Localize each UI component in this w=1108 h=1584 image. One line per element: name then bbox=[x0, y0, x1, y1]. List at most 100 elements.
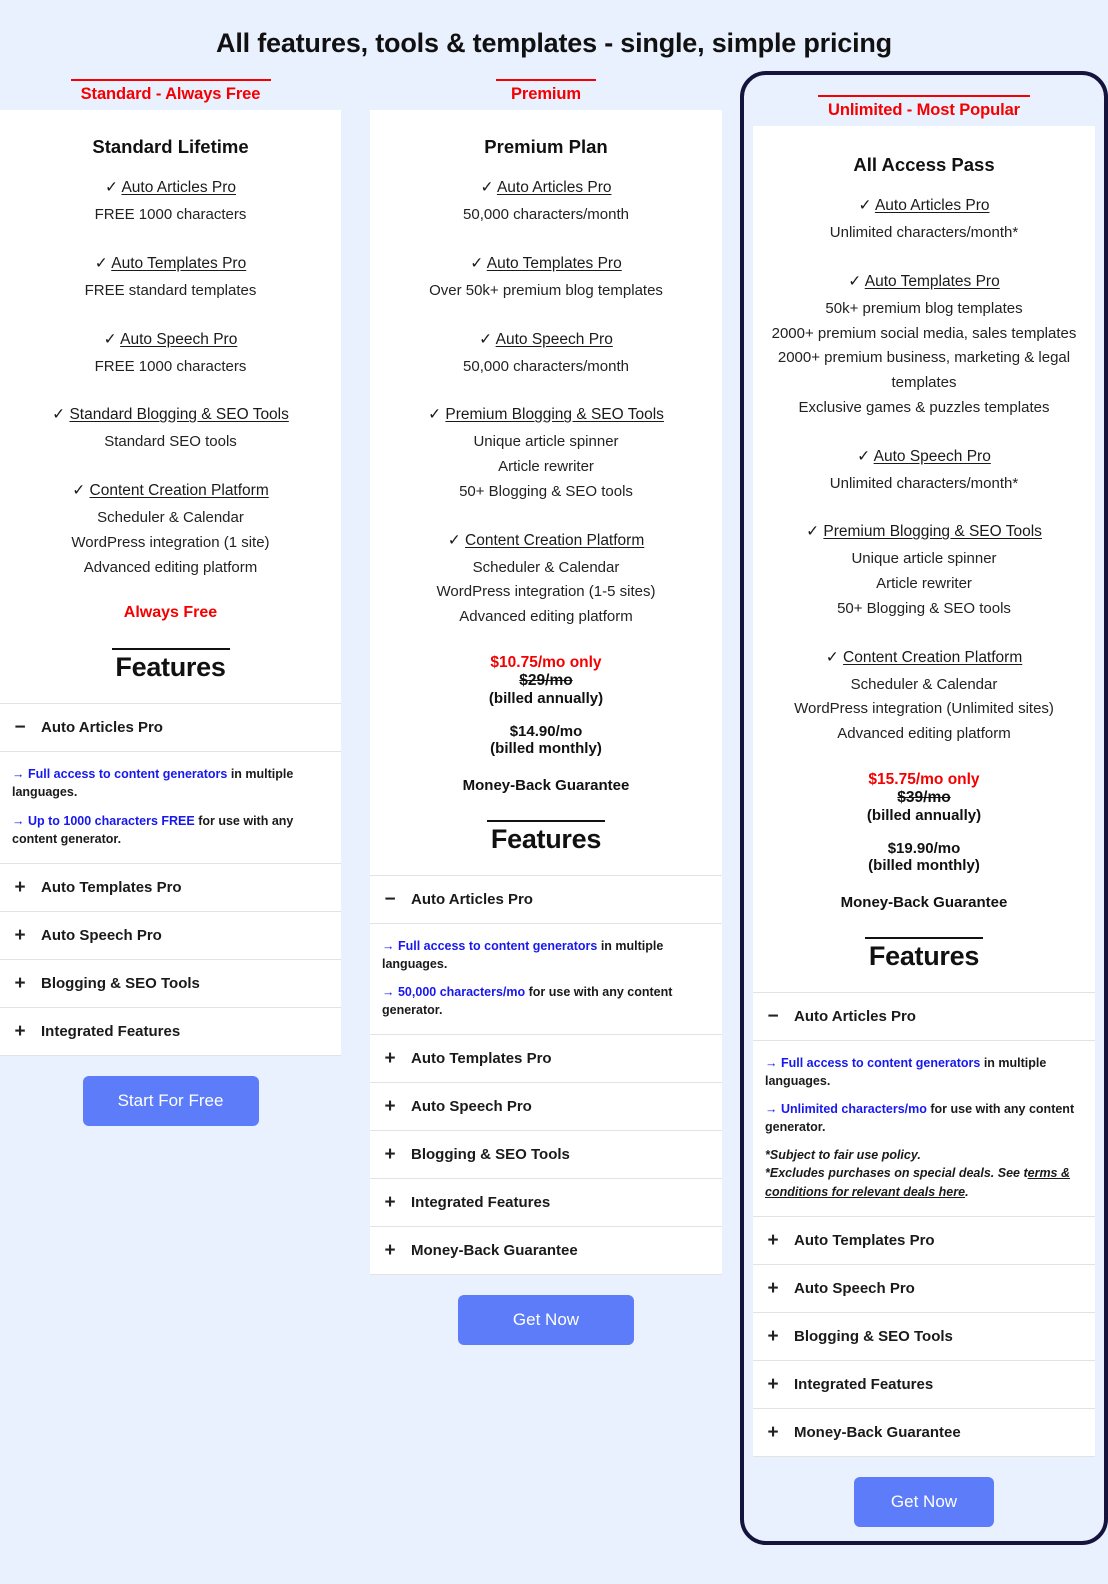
check-icon: ✓ bbox=[848, 272, 862, 290]
feature-group-label[interactable]: Content Creation Platform bbox=[90, 482, 269, 499]
cta-wrapper: Get Now bbox=[753, 1457, 1095, 1527]
price-tagline: Always Free bbox=[123, 604, 218, 622]
accordion-bullet-highlight: Unlimited characters/mo bbox=[780, 1102, 927, 1117]
accordion-row-integrated-features[interactable]: + Integrated Features bbox=[370, 1179, 722, 1228]
features-heading-rule bbox=[111, 648, 230, 651]
plus-icon: + bbox=[384, 1144, 396, 1166]
feature-line: Article rewriter bbox=[876, 575, 972, 593]
accordion-row-money-back-guarantee[interactable]: + Money-Back Guarantee bbox=[370, 1227, 722, 1276]
feature-group-label[interactable]: Auto Articles Pro bbox=[497, 179, 612, 196]
accordion-row-blogging-seo-tools[interactable]: + Blogging & SEO Tools bbox=[0, 959, 341, 1008]
price-original: $29/mo bbox=[519, 671, 573, 689]
feature-group-heading: ✓ Auto Articles Pro bbox=[384, 176, 708, 200]
feature-group-label[interactable]: Auto Articles Pro bbox=[875, 197, 990, 214]
feature-group: ✓ Auto Articles Pro 50,000 characters/mo… bbox=[384, 176, 708, 228]
accordion-row-auto-templates-pro[interactable]: + Auto Templates Pro bbox=[0, 863, 341, 912]
accordion-row-label: Auto Templates Pro bbox=[794, 1231, 935, 1249]
accordion-bullet-highlight: Up to 1000 characters FREE bbox=[27, 813, 195, 828]
plus-icon: + bbox=[14, 924, 26, 946]
feature-group-label[interactable]: Auto Speech Pro bbox=[874, 448, 991, 465]
feature-group-heading: ✓ Content Creation Platform bbox=[14, 479, 327, 503]
check-icon: ✓ bbox=[103, 330, 117, 348]
feature-group-label[interactable]: Content Creation Platform bbox=[843, 649, 1022, 666]
feature-group-label[interactable]: Auto Templates Pro bbox=[487, 255, 622, 272]
feature-line: Scheduler & Calendar bbox=[850, 675, 998, 693]
accordion-row-auto-templates-pro[interactable]: + Auto Templates Pro bbox=[370, 1035, 722, 1084]
accordion-row-auto-templates-pro[interactable]: + Auto Templates Pro bbox=[753, 1216, 1095, 1265]
pricing-column-premium: Premium Premium Plan ✓ Auto Articles Pro… bbox=[370, 65, 722, 1346]
feature-line: 2000+ premium business, marketing & lega… bbox=[777, 349, 1071, 392]
feature-line: 2000+ premium social media, sales templa… bbox=[771, 324, 1077, 342]
accordion-row-label: Blogging & SEO Tools bbox=[411, 1146, 570, 1164]
accordion-row-auto-speech-pro[interactable]: + Auto Speech Pro bbox=[0, 911, 341, 960]
get-now-button-premium[interactable]: Get Now bbox=[458, 1295, 634, 1346]
price-promo: $10.75/mo only bbox=[490, 653, 602, 671]
accordion-row-auto-articles-pro[interactable]: − Auto Articles Pro bbox=[753, 992, 1095, 1041]
cta-wrapper: Get Now bbox=[370, 1275, 722, 1346]
accordion-row-blogging-seo-tools[interactable]: + Blogging & SEO Tools bbox=[370, 1131, 722, 1180]
check-icon: ✓ bbox=[857, 447, 871, 465]
feature-group-label[interactable]: Standard Blogging & SEO Tools bbox=[69, 406, 288, 423]
feature-group-heading: ✓ Premium Blogging & SEO Tools bbox=[767, 520, 1081, 544]
feature-line: Scheduler & Calendar bbox=[97, 509, 244, 527]
accordion-row-auto-articles-pro[interactable]: − Auto Articles Pro bbox=[0, 704, 341, 753]
feature-group: ✓ Content Creation Platform Scheduler & … bbox=[14, 479, 327, 580]
pricing-column-unlimited: Unlimited - Most Popular All Access Pass… bbox=[740, 71, 1108, 1545]
features-heading-block: Features bbox=[767, 936, 1081, 982]
accordion-bullet-highlight: Full access to content generators bbox=[397, 938, 598, 953]
accordion-row-money-back-guarantee[interactable]: + Money-Back Guarantee bbox=[753, 1408, 1095, 1457]
feature-line: Unlimited characters/month* bbox=[829, 474, 1019, 492]
feature-line: WordPress integration (1-5 sites) bbox=[436, 583, 656, 601]
check-icon: ✓ bbox=[479, 330, 493, 348]
accordion-row-label: Money-Back Guarantee bbox=[411, 1242, 578, 1260]
plan-label-unlimited: Unlimited - Most Popular bbox=[753, 81, 1095, 126]
feature-group-label[interactable]: Premium Blogging & SEO Tools bbox=[445, 406, 664, 423]
accordion-row-label: Auto Templates Pro bbox=[41, 878, 182, 896]
accordion-bullet-highlight: Full access to content generators bbox=[27, 767, 228, 782]
plus-icon: + bbox=[14, 876, 26, 898]
price-block: $10.75/mo only $29/mo (billed annually) … bbox=[384, 654, 708, 794]
money-back-guarantee-text: Money-Back Guarantee bbox=[840, 893, 1008, 911]
check-icon: ✓ bbox=[428, 406, 442, 424]
check-icon: ✓ bbox=[52, 406, 66, 424]
accordion-row-auto-articles-pro[interactable]: − Auto Articles Pro bbox=[370, 875, 722, 924]
feature-group-heading: ✓ Auto Templates Pro bbox=[384, 252, 708, 276]
accordion-row-label: Auto Speech Pro bbox=[794, 1279, 915, 1297]
accordion-bullet: → Full access to content generators in m… bbox=[12, 765, 329, 801]
price-block: $15.75/mo only $39/mo (billed annually) … bbox=[767, 771, 1081, 911]
accordion-row-auto-speech-pro[interactable]: + Auto Speech Pro bbox=[753, 1264, 1095, 1313]
money-back-guarantee-text: Money-Back Guarantee bbox=[462, 776, 630, 794]
feature-group-heading: ✓ Content Creation Platform bbox=[384, 529, 708, 553]
feature-group-label[interactable]: Content Creation Platform bbox=[465, 532, 644, 549]
fine-print-suffix: . bbox=[965, 1184, 969, 1199]
arrow-icon: → bbox=[382, 985, 395, 1000]
plus-icon: + bbox=[384, 1192, 396, 1214]
cta-wrapper: Start For Free bbox=[0, 1056, 341, 1126]
feature-group-heading: ✓ Auto Speech Pro bbox=[767, 445, 1081, 469]
accordion-panel-auto-articles-pro: → Full access to content generators in m… bbox=[0, 752, 341, 864]
feature-group-label[interactable]: Auto Articles Pro bbox=[121, 179, 236, 196]
feature-line: Exclusive games & puzzles templates bbox=[798, 398, 1050, 416]
feature-group-label[interactable]: Auto Templates Pro bbox=[865, 273, 1000, 290]
plan-name: Premium Plan bbox=[484, 136, 608, 157]
check-icon: ✓ bbox=[470, 254, 484, 272]
feature-group-heading: ✓ Auto Speech Pro bbox=[14, 328, 327, 352]
accordion-row-label: Blogging & SEO Tools bbox=[41, 974, 200, 992]
feature-group-label[interactable]: Premium Blogging & SEO Tools bbox=[823, 523, 1042, 540]
accordion-row-integrated-features[interactable]: + Integrated Features bbox=[0, 1007, 341, 1056]
check-icon: ✓ bbox=[480, 179, 494, 196]
accordion-bullet-highlight: Full access to content generators bbox=[780, 1055, 981, 1070]
get-now-button-unlimited[interactable]: Get Now bbox=[854, 1476, 994, 1527]
accordion-row-integrated-features[interactable]: + Integrated Features bbox=[753, 1360, 1095, 1409]
feature-group-label[interactable]: Auto Speech Pro bbox=[120, 331, 237, 348]
accordion-row-auto-speech-pro[interactable]: + Auto Speech Pro bbox=[370, 1083, 722, 1132]
accordion-row-blogging-seo-tools[interactable]: + Blogging & SEO Tools bbox=[753, 1312, 1095, 1361]
plan-label-rule bbox=[496, 79, 596, 81]
feature-group-label[interactable]: Auto Templates Pro bbox=[111, 255, 246, 272]
start-for-free-button[interactable]: Start For Free bbox=[82, 1075, 259, 1126]
fine-print-prefix: *Excludes purchases on special deals. Se… bbox=[765, 1166, 1028, 1181]
price-billing-note: (billed annually) bbox=[866, 806, 982, 824]
feature-group-label[interactable]: Auto Speech Pro bbox=[496, 331, 613, 348]
feature-group: ✓ Content Creation Platform Scheduler & … bbox=[384, 529, 708, 630]
feature-group-heading: ✓ Content Creation Platform bbox=[767, 646, 1081, 670]
